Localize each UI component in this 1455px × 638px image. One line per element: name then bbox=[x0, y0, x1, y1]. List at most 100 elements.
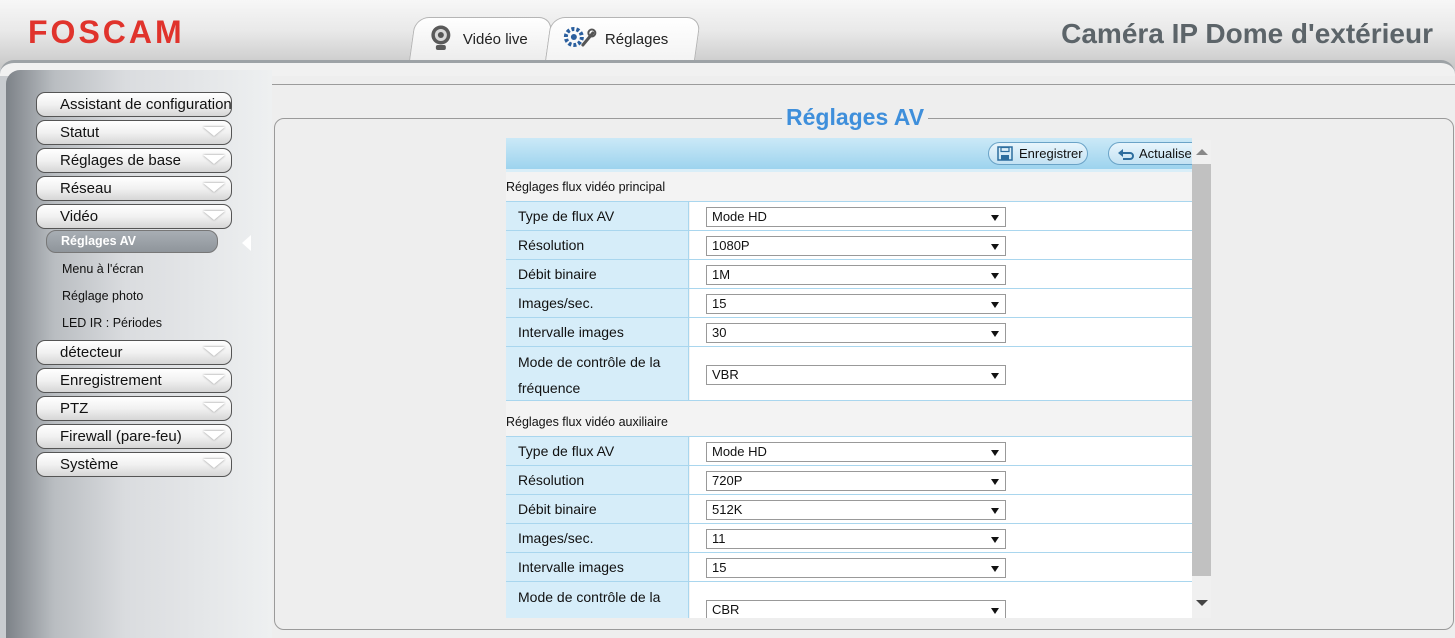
dropdown-arrow-icon bbox=[991, 373, 999, 379]
chevron-down-icon bbox=[203, 403, 225, 412]
table-row: Résolution 720P bbox=[506, 465, 1192, 494]
tab-settings[interactable]: Réglages bbox=[544, 17, 702, 61]
sidebar-item-label: Réglages de base bbox=[60, 152, 181, 169]
dropdown-arrow-icon bbox=[991, 566, 999, 572]
product-title: Caméra IP Dome d'extérieur bbox=[1061, 18, 1433, 49]
table-row: Intervalle images 30 bbox=[506, 317, 1192, 346]
sidebar-subitem-ir-led-schedule[interactable]: LED IR : Périodes bbox=[62, 316, 162, 330]
field-label: Images/sec. bbox=[506, 289, 689, 317]
save-button[interactable]: Enregistrer bbox=[988, 142, 1088, 165]
sidebar-item-label: Vidéo bbox=[60, 208, 99, 225]
sidebar-item-label: Enregistrement bbox=[60, 372, 162, 389]
chevron-down-icon bbox=[203, 347, 225, 356]
floppy-disk-icon bbox=[997, 146, 1013, 167]
table-row: Débit binaire 1M bbox=[506, 259, 1192, 288]
sidebar-item-firewall[interactable]: Firewall (pare-feu) bbox=[36, 424, 232, 449]
field-label: Mode de contrôle de la fréquence bbox=[506, 347, 689, 400]
sidebar-item-network[interactable]: Réseau bbox=[36, 176, 232, 201]
sidebar-item-label: Statut bbox=[60, 124, 100, 141]
sub-framerate-select[interactable]: 11 bbox=[706, 529, 1006, 549]
dropdown-arrow-icon bbox=[991, 215, 999, 221]
sidebar-item-ptz[interactable]: PTZ bbox=[36, 396, 232, 421]
sidebar-item-label: Système bbox=[60, 456, 119, 473]
main-framerate-select[interactable]: 15 bbox=[706, 294, 1006, 314]
field-label: Type de flux AV bbox=[506, 437, 689, 465]
main-bitrate-select[interactable]: 1M bbox=[706, 265, 1006, 285]
dropdown-arrow-icon bbox=[991, 244, 999, 250]
sidebar-item-label: Firewall (pare-feu) bbox=[60, 428, 182, 445]
sidebar-item-label: PTZ bbox=[60, 400, 89, 417]
tab-live-video[interactable]: Vidéo live bbox=[408, 17, 554, 61]
sub-stream-title: Réglages flux vidéo auxiliaire bbox=[506, 415, 668, 429]
save-button-label: Enregistrer bbox=[1019, 146, 1083, 161]
tab-settings-label: Réglages bbox=[604, 31, 669, 48]
toolbar: Enregistrer Actualiser bbox=[506, 138, 1192, 172]
sub-stream-type-select[interactable]: Mode HD bbox=[706, 442, 1006, 462]
sidebar-item-status[interactable]: Statut bbox=[36, 120, 232, 145]
field-label: Mode de contrôle de la fréquence bbox=[506, 582, 689, 618]
sub-resolution-select[interactable]: 720P bbox=[706, 471, 1006, 491]
dropdown-arrow-icon bbox=[991, 450, 999, 456]
chevron-down-icon bbox=[203, 375, 225, 384]
table-row: Images/sec. 11 bbox=[506, 523, 1192, 552]
refresh-button[interactable]: Actualiser bbox=[1108, 142, 1192, 165]
settings-panel: Enregistrer Actualiser Réglages flux vid… bbox=[506, 138, 1192, 618]
scroll-up-arrow-icon[interactable] bbox=[1196, 149, 1208, 155]
sub-bitrate-select[interactable]: 512K bbox=[706, 500, 1006, 520]
table-row: Débit binaire 512K bbox=[506, 494, 1192, 523]
dropdown-arrow-icon bbox=[991, 537, 999, 543]
content-area: Réglages AV Enregistrer Actualiser Régla… bbox=[272, 76, 1455, 638]
main-stream-type-select[interactable]: Mode HD bbox=[706, 207, 1006, 227]
table-row: Type de flux AV Mode HD bbox=[506, 201, 1192, 230]
sidebar-item-label: détecteur bbox=[60, 344, 123, 361]
dropdown-arrow-icon bbox=[991, 508, 999, 514]
dropdown-arrow-icon bbox=[991, 331, 999, 337]
sidebar-subitem-osd[interactable]: Menu à l'écran bbox=[62, 262, 144, 276]
field-label: Débit binaire bbox=[506, 260, 689, 288]
active-pointer-icon bbox=[242, 235, 251, 251]
chevron-down-icon bbox=[203, 127, 225, 136]
field-label: Type de flux AV bbox=[506, 202, 689, 230]
table-row: Mode de contrôle de la fréquence CBR bbox=[506, 581, 1192, 618]
sidebar-subitem-av-settings[interactable]: Réglages AV bbox=[46, 230, 218, 253]
main-rate-control-select[interactable]: VBR bbox=[706, 365, 1006, 385]
table-row: Type de flux AV Mode HD bbox=[506, 436, 1192, 465]
field-label: Débit binaire bbox=[506, 495, 689, 523]
chevron-down-icon bbox=[203, 459, 225, 468]
field-label: Images/sec. bbox=[506, 524, 689, 552]
webcam-icon bbox=[427, 24, 455, 56]
main-keyframe-interval-select[interactable]: 30 bbox=[706, 323, 1006, 343]
chevron-down-icon bbox=[203, 211, 225, 220]
table-row: Images/sec. 15 bbox=[506, 288, 1192, 317]
sidebar-item-system[interactable]: Système bbox=[36, 452, 232, 477]
sidebar-item-detector[interactable]: détecteur bbox=[36, 340, 232, 365]
chevron-down-icon bbox=[203, 431, 225, 440]
scroll-down-arrow-icon[interactable] bbox=[1196, 600, 1208, 606]
sidebar-item-basic-settings[interactable]: Réglages de base bbox=[36, 148, 232, 173]
dropdown-arrow-icon bbox=[991, 479, 999, 485]
sidebar-item-label: Assistant de configuration bbox=[60, 96, 232, 113]
dropdown-arrow-icon bbox=[991, 273, 999, 279]
field-label: Résolution bbox=[506, 466, 689, 494]
page-title: Réglages AV bbox=[782, 104, 929, 131]
sidebar-item-video[interactable]: Vidéo bbox=[36, 204, 232, 229]
sidebar: Assistant de configuration Statut Réglag… bbox=[6, 70, 272, 638]
field-label: Intervalle images bbox=[506, 318, 689, 346]
field-label: Intervalle images bbox=[506, 553, 689, 581]
chevron-down-icon bbox=[203, 183, 225, 192]
sidebar-item-recording[interactable]: Enregistrement bbox=[36, 368, 232, 393]
main-stream-title: Réglages flux vidéo principal bbox=[506, 180, 666, 194]
sidebar-item-setup-wizard[interactable]: Assistant de configuration bbox=[36, 92, 232, 117]
undo-arrow-icon bbox=[1117, 146, 1135, 167]
foscam-logo: FOSCAM bbox=[28, 14, 185, 50]
main-resolution-select[interactable]: 1080P bbox=[706, 236, 1006, 256]
sub-keyframe-interval-select[interactable]: 15 bbox=[706, 558, 1006, 578]
table-row: Intervalle images 15 bbox=[506, 552, 1192, 581]
scrollbar-thumb[interactable] bbox=[1192, 164, 1211, 576]
vertical-scrollbar[interactable] bbox=[1192, 140, 1211, 618]
table-row: Résolution 1080P bbox=[506, 230, 1192, 259]
refresh-button-label: Actualiser bbox=[1139, 146, 1192, 161]
sidebar-subitem-image-settings[interactable]: Réglage photo bbox=[62, 289, 143, 303]
sub-rate-control-select[interactable]: CBR bbox=[706, 600, 1006, 618]
app-header: FOSCAM Vidéo live Réglages Caméra IP Dom… bbox=[0, 0, 1455, 68]
